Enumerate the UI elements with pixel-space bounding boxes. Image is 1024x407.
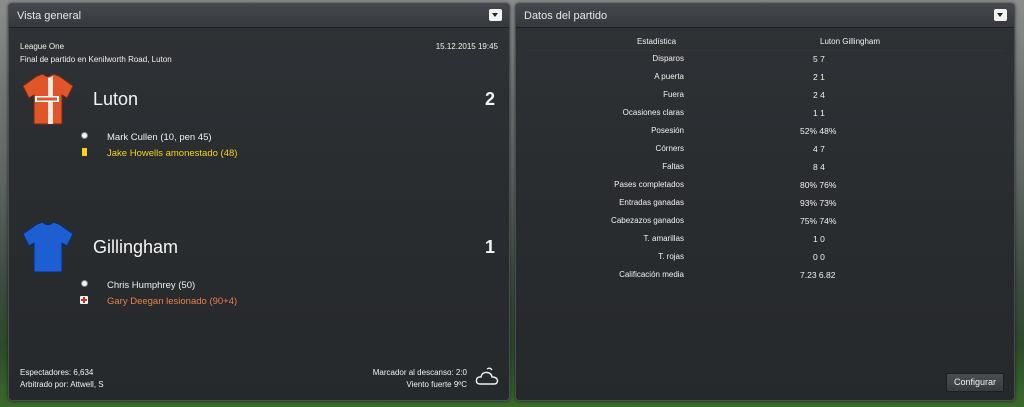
- stat-values: 5 7: [813, 54, 825, 64]
- match-stats-panel: Datos del partido Estadística Luton Gill…: [515, 3, 1015, 401]
- away-event-injury[interactable]: Gary Deegan lesionado (90+4): [107, 296, 237, 307]
- luton-shirt-icon: [22, 74, 74, 125]
- stat-values: 52% 48%: [800, 126, 837, 136]
- stat-label: Faltas: [662, 162, 684, 171]
- stat-label: Ocasiones claras: [622, 108, 684, 117]
- gillingham-shirt-icon: [22, 222, 74, 273]
- match-stats-panel-title: Datos del partido: [524, 10, 608, 22]
- stat-label: Cabezazos ganados: [611, 216, 684, 225]
- competition-name: League One: [20, 42, 65, 51]
- stat-values: 1 0: [813, 234, 825, 244]
- stat-values: 93% 73%: [800, 198, 837, 208]
- attendance: Espectadores: 6,634: [20, 368, 94, 377]
- weather-text: Viento fuerte 9ºC: [406, 380, 467, 389]
- overview-panel-header: Vista general: [9, 4, 509, 28]
- stat-label: Pases completados: [614, 180, 684, 189]
- home-team-name[interactable]: Luton: [93, 89, 138, 110]
- match-datetime: 15.12.2015 19:45: [435, 42, 498, 51]
- stat-values: 2 1: [813, 72, 825, 82]
- stat-values: 0 0: [813, 252, 825, 262]
- overview-dropdown-button[interactable]: [489, 9, 502, 21]
- configure-button[interactable]: Configurar: [946, 373, 1004, 392]
- stat-values: 7.23 6.82: [800, 270, 836, 280]
- overview-panel-title: Vista general: [17, 10, 82, 22]
- stat-values: 4 7: [813, 144, 825, 154]
- match-venue: Final de partido en Kenilworth Road, Lut…: [20, 55, 172, 64]
- stat-values: 8 4: [813, 162, 825, 172]
- stats-header-divider: [526, 50, 1004, 51]
- goal-ball-icon: [81, 132, 88, 139]
- goal-ball-icon: [81, 280, 88, 287]
- stat-values: 2 4: [813, 90, 825, 100]
- home-team-score: 2: [484, 89, 495, 109]
- stat-label: T. amarillas: [643, 234, 684, 243]
- home-event-yellow-card[interactable]: Jake Howells amonestado (48): [107, 148, 237, 159]
- stat-label: Calificación media: [619, 270, 684, 279]
- match-stats-dropdown-button[interactable]: [994, 9, 1007, 21]
- stat-label: Disparos: [652, 54, 684, 63]
- away-team-score: 1: [484, 237, 495, 257]
- stats-column-header: Estadística: [637, 37, 677, 46]
- stat-label: A puerta: [654, 72, 684, 81]
- home-event-goal: Mark Cullen (10, pen 45): [107, 132, 212, 143]
- stat-values: 75% 74%: [800, 216, 837, 226]
- weather-cloud-icon: [475, 367, 499, 385]
- referee: Arbitrado por: Attwell, S: [20, 380, 104, 389]
- stat-label: T. rojas: [658, 252, 684, 261]
- stat-label: Posesión: [651, 126, 684, 135]
- injury-icon: [80, 296, 88, 304]
- stat-values: 1 1: [813, 108, 825, 118]
- stat-label: Entradas ganadas: [619, 198, 684, 207]
- away-team-name[interactable]: Gillingham: [93, 237, 178, 258]
- match-stats-panel-header: Datos del partido: [516, 4, 1014, 28]
- stat-label: Córners: [655, 144, 684, 153]
- overview-panel: Vista general League One 15.12.2015 19:4…: [8, 3, 510, 401]
- yellow-card-icon: [82, 148, 87, 156]
- teams-column-header: Luton Gillingham: [820, 37, 881, 46]
- stat-label: Fuera: [663, 90, 684, 99]
- away-event-goal: Chris Humphrey (50): [107, 280, 196, 291]
- halftime-score: Marcador al descanso: 2:0: [372, 368, 467, 377]
- stat-values: 80% 76%: [800, 180, 837, 190]
